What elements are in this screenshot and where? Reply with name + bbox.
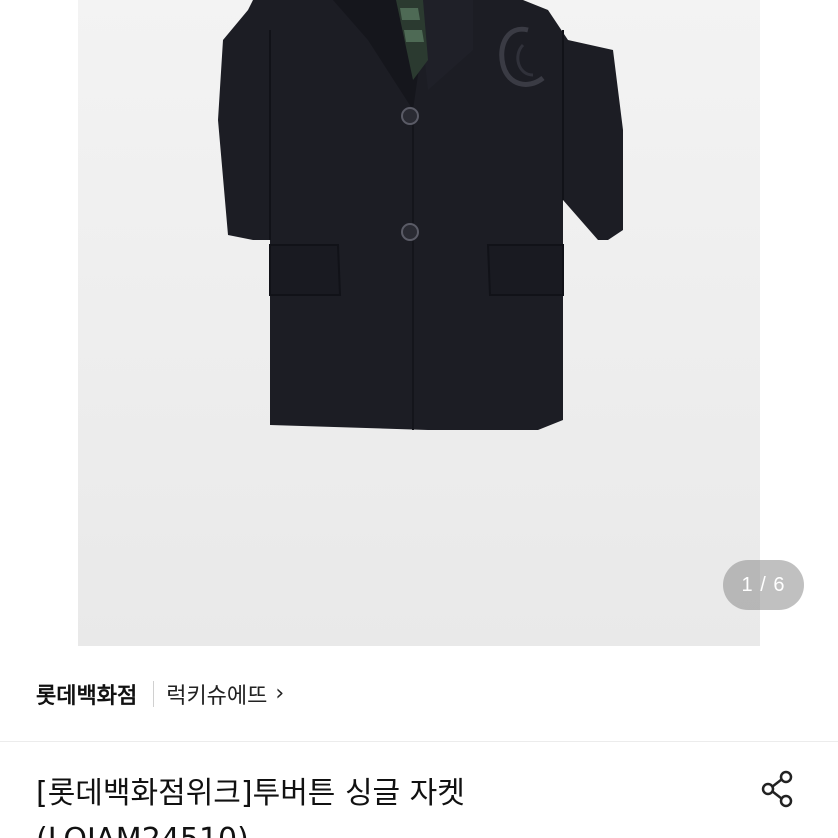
product-photo[interactable] bbox=[78, 0, 760, 646]
product-title-line1: [롯데백화점위크]투버튼 싱글 자켓 bbox=[36, 776, 465, 811]
product-title: [롯데백화점위크]투버튼 싱글 자켓 (LOJAM24510) bbox=[36, 771, 736, 838]
product-title-line2: (LOJAM24510) bbox=[36, 817, 736, 838]
product-image-gallery[interactable]: 1 / 6 bbox=[0, 0, 838, 646]
share-icon bbox=[761, 770, 793, 808]
share-button[interactable] bbox=[756, 767, 800, 811]
image-counter: 1 / 6 bbox=[723, 560, 804, 610]
product-info: [롯데백화점위크]투버튼 싱글 자켓 (LOJAM24510) bbox=[0, 743, 838, 838]
chevron-right-icon: › bbox=[275, 681, 285, 706]
brand-bar: 롯데백화점 럭키슈에뜨 › bbox=[0, 646, 838, 742]
jacket-illustration bbox=[218, 0, 623, 430]
divider bbox=[153, 680, 155, 707]
brand-link[interactable]: 럭키슈에뜨 › bbox=[166, 678, 284, 710]
brand-name: 럭키슈에뜨 bbox=[166, 683, 268, 709]
store-name: 롯데백화점 bbox=[36, 683, 138, 709]
